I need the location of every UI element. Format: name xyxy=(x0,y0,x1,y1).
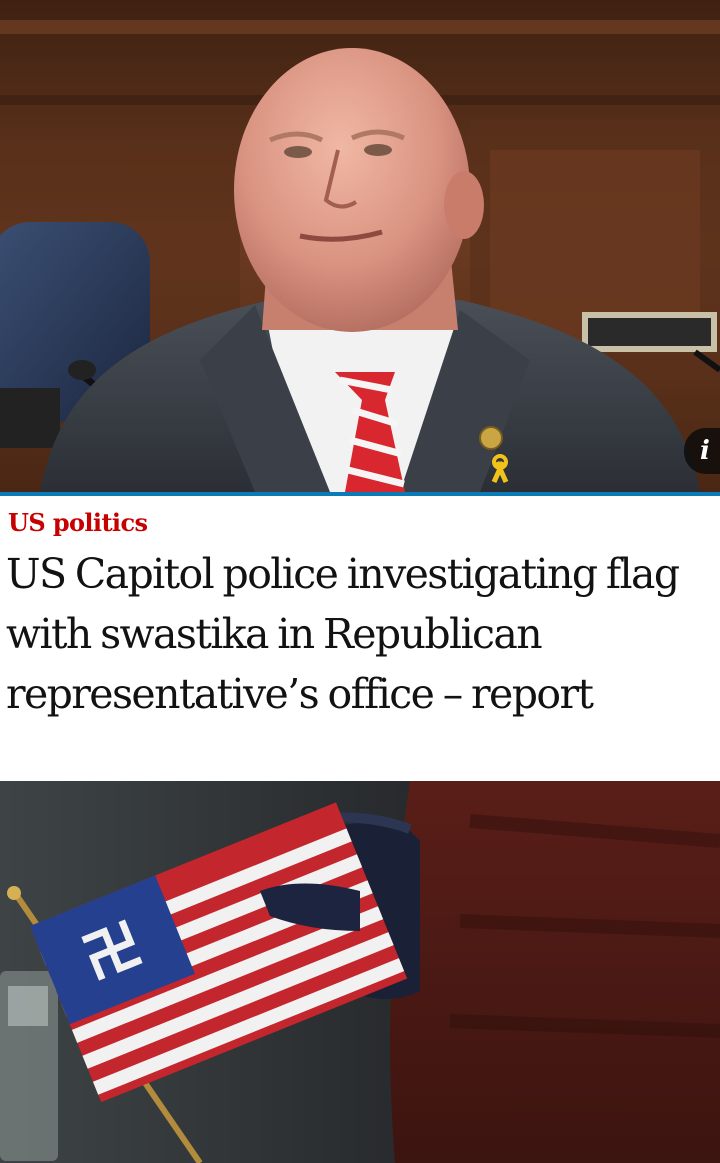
second-photo-illustration xyxy=(0,781,720,1163)
lead-photo[interactable]: i xyxy=(0,0,720,492)
lead-photo-illustration xyxy=(0,0,720,492)
section-label[interactable]: US politics xyxy=(8,508,148,537)
article-card[interactable]: US politics US Capitol police investigat… xyxy=(0,492,720,781)
second-photo[interactable] xyxy=(0,781,720,1163)
info-icon[interactable]: i xyxy=(684,428,720,474)
article-headline[interactable]: US Capitol police investigating flag wit… xyxy=(6,544,718,724)
